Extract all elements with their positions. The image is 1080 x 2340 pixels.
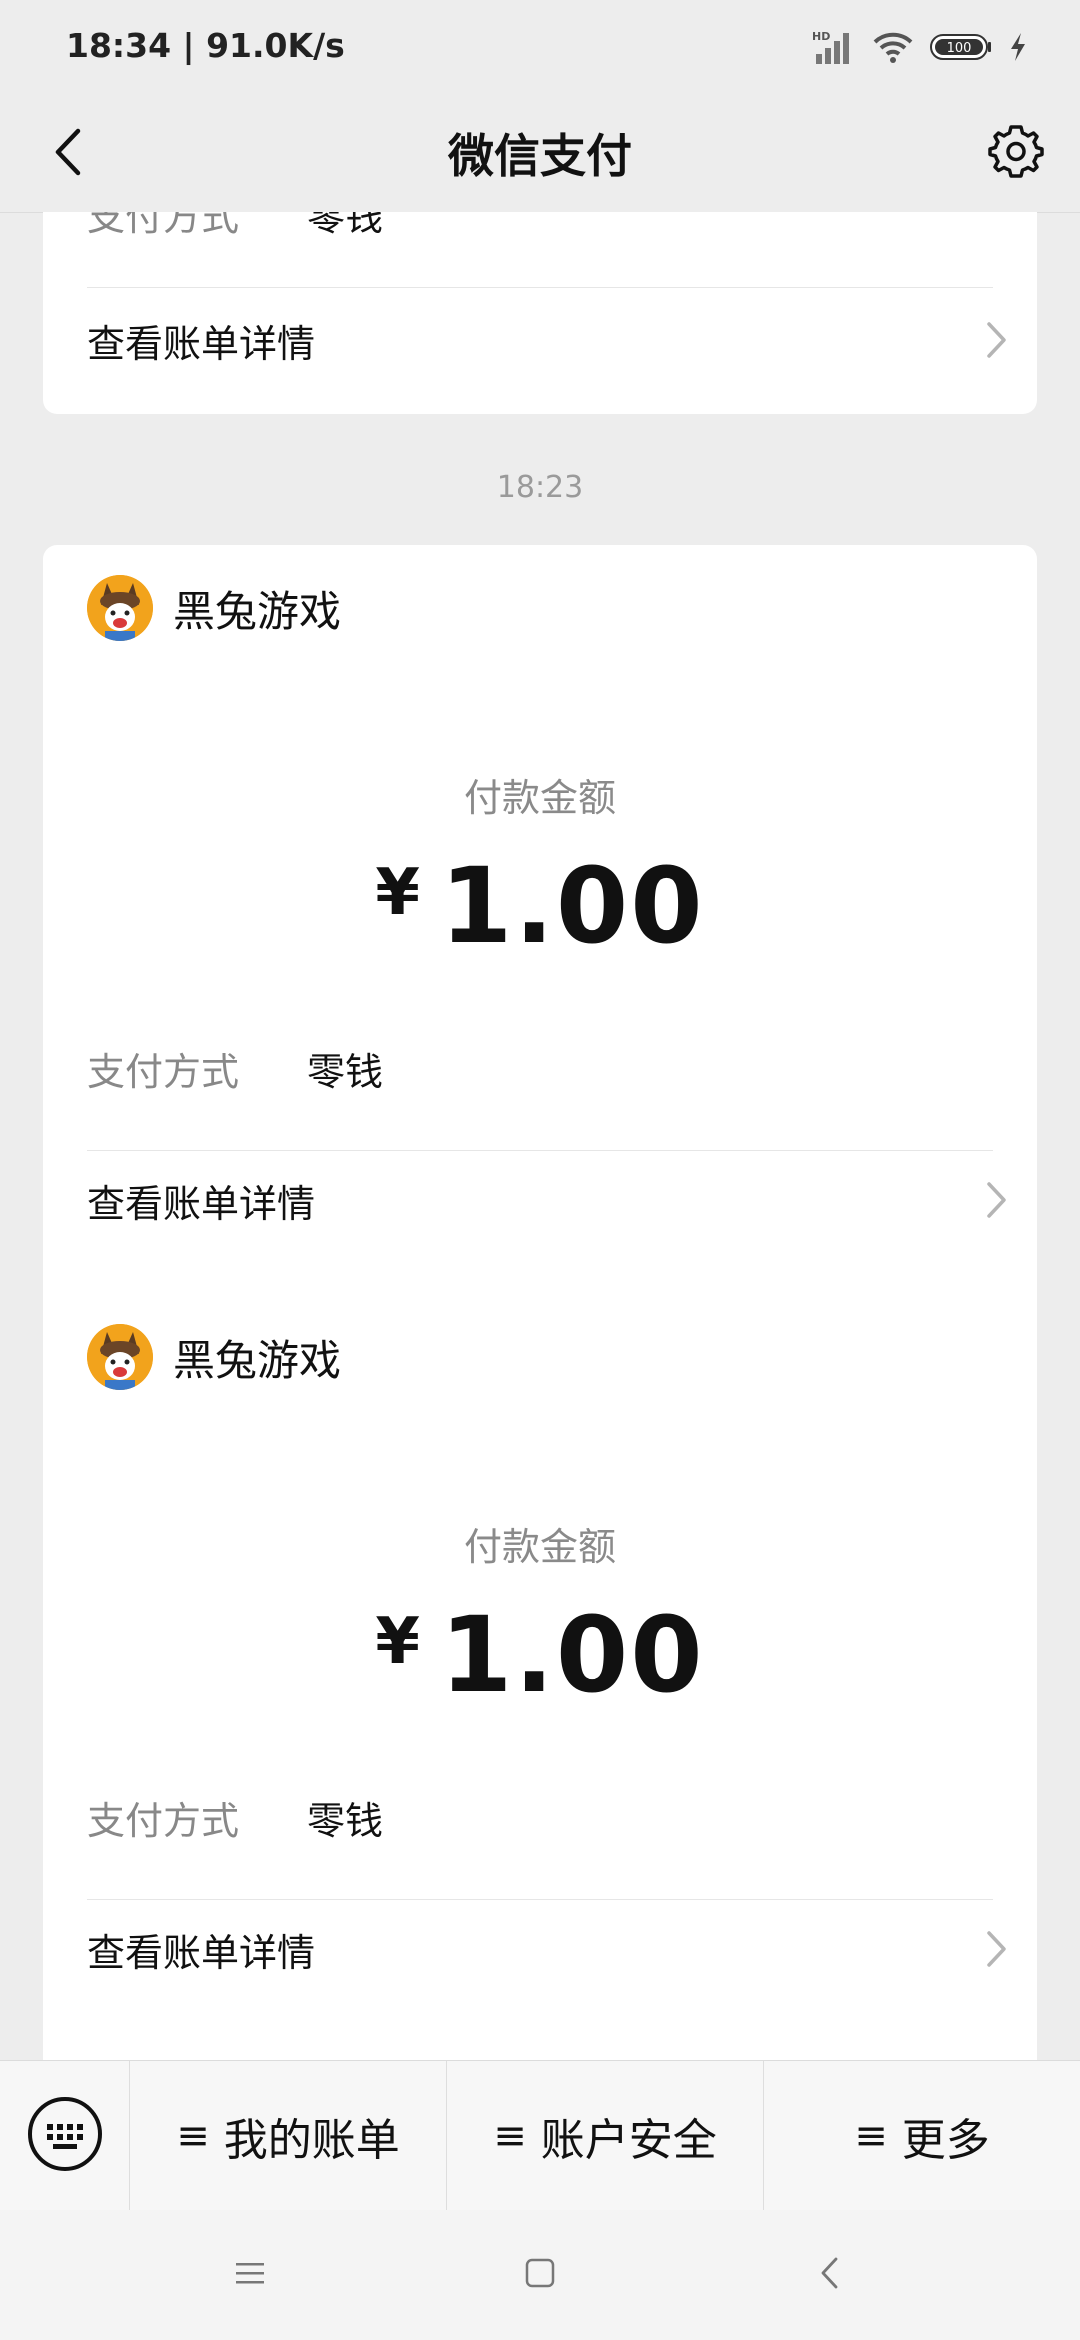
currency-symbol: ¥ (375, 1605, 422, 1679)
menu-label: 更多 (901, 2115, 990, 2166)
divider (87, 1150, 993, 1151)
nav-recents-button[interactable] (220, 2245, 280, 2305)
time-divider: 18:23 (496, 470, 584, 505)
battery-icon: 100 (930, 32, 992, 66)
chevron-right-icon (981, 1180, 1013, 1220)
charging-icon (1008, 32, 1028, 66)
merchant-avatar (87, 575, 153, 641)
message-feed[interactable]: 支付方式 零钱 查看账单详情 18:23 黑兔游戏 付款金额 ¥ 1.00 支付… (0, 212, 1080, 2060)
amount-value: 1.00 (439, 845, 705, 967)
menu-my-bills[interactable]: ≡ 我的账单 (130, 2061, 446, 2211)
header: 微信支付 (0, 96, 1080, 213)
amount-label: 付款金额 (463, 776, 616, 820)
payment-card-partial: 支付方式 零钱 查看账单详情 (43, 212, 1037, 414)
payment-method-label: 支付方式 (87, 1799, 240, 1843)
payment-method-label: 支付方式 (87, 1050, 240, 1094)
menu-account-security[interactable]: ≡ 账户安全 (446, 2061, 763, 2211)
payment-method-value: 零钱 (307, 212, 384, 239)
battery-level: 100 (947, 41, 972, 56)
merchant-name: 黑兔游戏 (173, 1335, 342, 1385)
currency-symbol: ¥ (375, 856, 422, 930)
merchant-row: 黑兔游戏 (87, 1324, 341, 1390)
divider (87, 287, 993, 288)
status-time-speed: 18:34 | 91.0K/s (66, 26, 345, 65)
payment-amount: ¥1.00 (43, 1594, 1037, 1716)
signal-icon: HD (812, 30, 856, 68)
nav-home-button[interactable] (510, 2245, 570, 2305)
menu-lines-icon: ≡ (493, 2113, 527, 2159)
chevron-left-icon (818, 2256, 842, 2294)
gear-icon (987, 123, 1045, 185)
system-nav-bar (0, 2210, 1080, 2340)
payment-method-value: 零钱 (307, 1050, 384, 1094)
network-label: HD (812, 30, 830, 43)
nav-back-button[interactable] (800, 2245, 860, 2305)
merchant-row: 黑兔游戏 (87, 575, 341, 641)
view-bill-detail-label: 查看账单详情 (87, 1181, 316, 1226)
view-bill-detail-link[interactable]: 查看账单详情 (87, 300, 1013, 380)
menu-lines-icon: ≡ (854, 2113, 888, 2159)
amount-value: 1.00 (439, 1594, 705, 1716)
view-bill-detail-label: 查看账单详情 (87, 321, 316, 366)
merchant-avatar (87, 1324, 153, 1390)
menu-label: 我的账单 (223, 2115, 400, 2166)
amount-label: 付款金额 (463, 1525, 616, 1569)
status-bar: 18:34 | 91.0K/s HD 100 (0, 0, 1080, 96)
keyboard-toggle-button[interactable] (0, 2061, 130, 2211)
page-title: 微信支付 (448, 129, 632, 183)
settings-button[interactable] (980, 118, 1052, 190)
payment-amount: ¥1.00 (43, 845, 1037, 967)
divider (87, 1899, 993, 1900)
view-bill-detail-link[interactable]: 查看账单详情 (87, 1160, 1013, 1240)
chevron-right-icon (981, 1929, 1013, 1969)
hamburger-icon (234, 2259, 266, 2291)
merchant-name: 黑兔游戏 (173, 586, 342, 636)
view-bill-detail-label: 查看账单详情 (87, 1930, 316, 1975)
status-icons: HD 100 (812, 30, 1028, 68)
chevron-right-icon (981, 320, 1013, 360)
menu-lines-icon: ≡ (176, 2113, 210, 2159)
view-bill-detail-link[interactable]: 查看账单详情 (87, 1909, 1013, 1989)
keyboard-icon (27, 2096, 103, 2176)
bottom-menu: ≡ 我的账单 ≡ 账户安全 ≡ 更多 (0, 2060, 1080, 2211)
menu-label: 账户安全 (540, 2115, 717, 2166)
square-icon (524, 2257, 556, 2293)
menu-more[interactable]: ≡ 更多 (763, 2061, 1080, 2211)
payment-card: 黑兔游戏 付款金额 ¥1.00 支付方式 零钱 查看账单详情 (43, 1294, 1037, 2060)
wifi-icon (872, 30, 914, 68)
payment-method-value: 零钱 (307, 1799, 384, 1843)
payment-method-label: 支付方式 (87, 212, 240, 239)
